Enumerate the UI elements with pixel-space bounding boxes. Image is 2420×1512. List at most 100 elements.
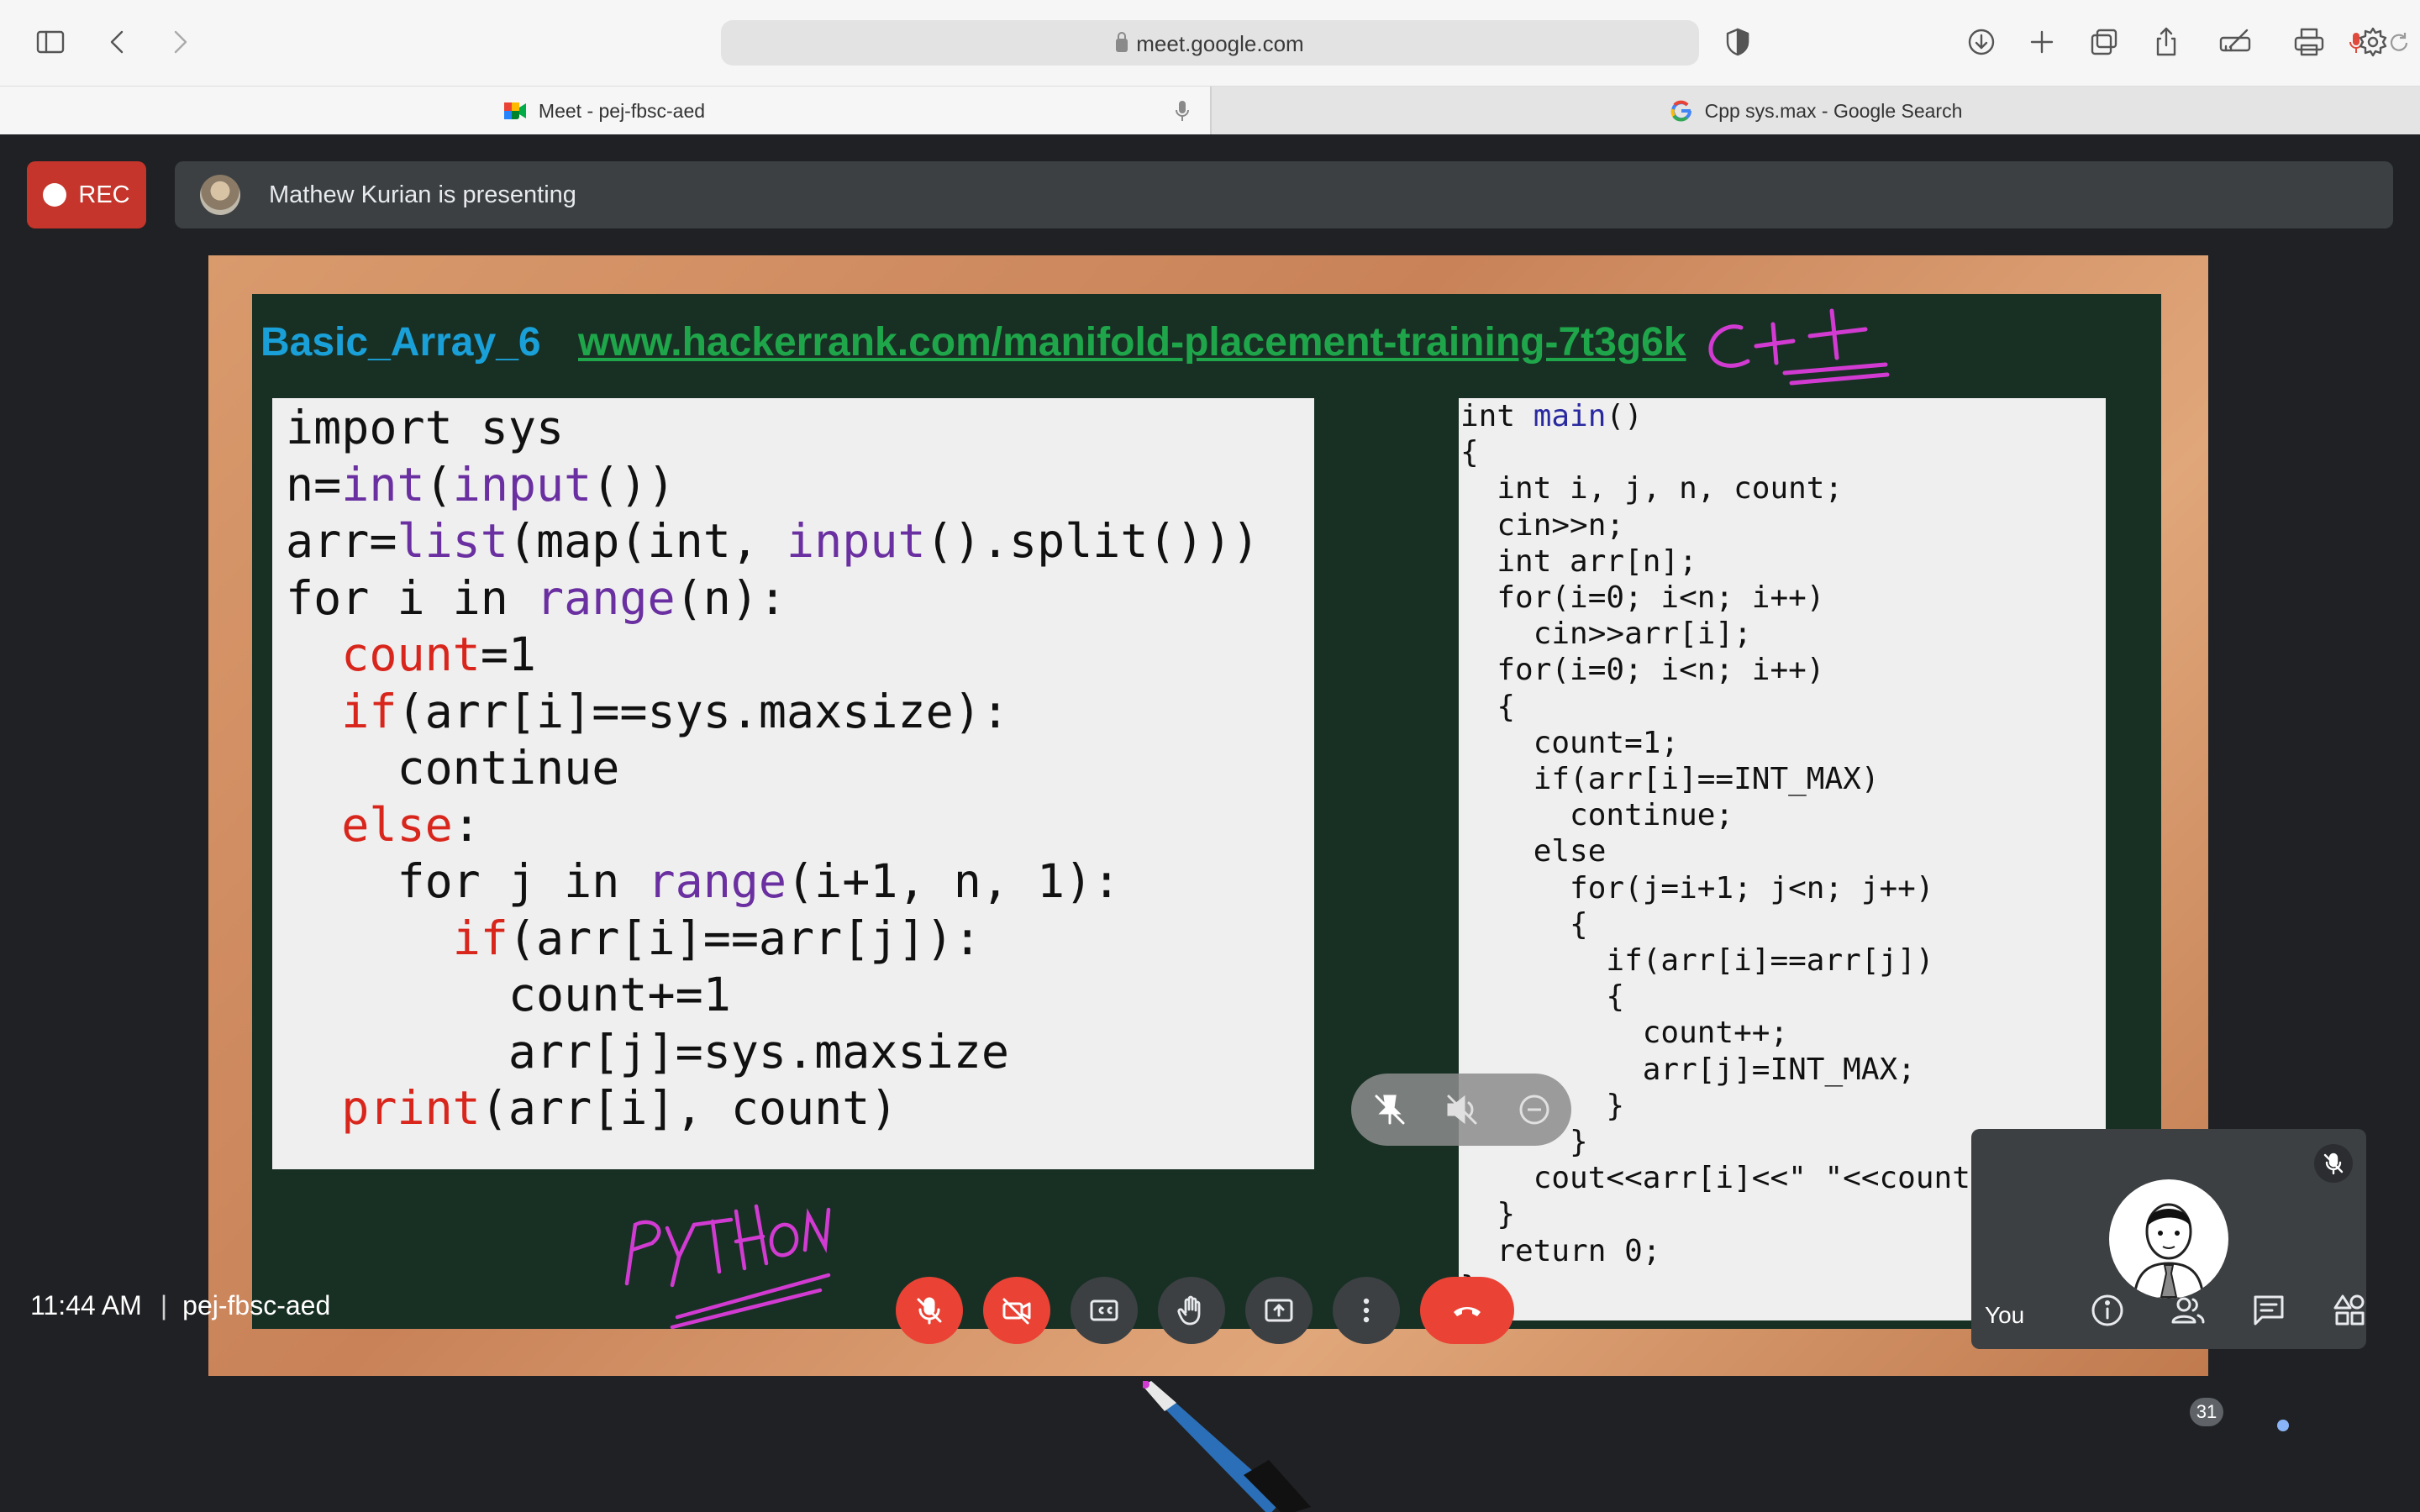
python-code-line: else: bbox=[341, 797, 481, 852]
participant-count-badge: 31 bbox=[2190, 1398, 2223, 1426]
clock-time: 11:44 AM bbox=[30, 1290, 142, 1320]
cpp-code-line: } bbox=[1460, 1269, 1970, 1305]
cpp-code-line: for(i=0; i<n; i++) bbox=[1460, 580, 1825, 616]
captions-icon bbox=[1090, 1299, 1118, 1321]
python-code-line: print(arr[i], count) bbox=[341, 1081, 898, 1135]
unpin-icon[interactable] bbox=[1371, 1091, 1408, 1128]
people-icon bbox=[2171, 1297, 2205, 1324]
info-icon bbox=[2091, 1294, 2123, 1326]
record-dot-icon bbox=[43, 183, 67, 207]
raise-hand-icon bbox=[1177, 1295, 1201, 1326]
python-code-line: if(arr[i]==arr[j]): bbox=[452, 911, 981, 965]
python-code-line: count+=1 bbox=[286, 968, 731, 1021]
python-handwriting-icon bbox=[624, 1204, 831, 1330]
tab-google-search[interactable]: Cpp sys.max - Google Search bbox=[1210, 87, 2420, 135]
camera-off-icon bbox=[1002, 1298, 1031, 1325]
tab-meet-label: Meet - pej-fbsc-aed bbox=[538, 99, 706, 122]
presenting-banner: Mathew Kurian is presenting bbox=[175, 161, 2393, 228]
python-code-line: for j in range(i+1, n, 1): bbox=[286, 854, 1121, 908]
self-mic-off-icon bbox=[2314, 1144, 2353, 1183]
cpp-code-line: count++; bbox=[1460, 1016, 1789, 1051]
settings-icon[interactable] bbox=[2349, 18, 2396, 66]
pen-cursor-icon bbox=[1143, 1381, 1311, 1512]
python-code-line: if(arr[i]==sys.maxsize): bbox=[341, 684, 1009, 738]
address-text: meet.google.com bbox=[1136, 31, 1304, 56]
python-code-line: continue bbox=[286, 741, 620, 795]
shield-icon[interactable] bbox=[1714, 18, 1761, 66]
shared-screen: Basic_Array_6 www.hackerrank.com/manifol… bbox=[208, 255, 2208, 1376]
cpp-code-line: { bbox=[1460, 435, 1479, 470]
google-favicon-icon bbox=[1670, 100, 1691, 122]
self-name: You bbox=[1985, 1302, 2025, 1328]
chat-icon bbox=[2254, 1295, 2284, 1326]
people-button[interactable] bbox=[2163, 1285, 2213, 1336]
leave-call-icon bbox=[1454, 1307, 1481, 1316]
presenter-avatar bbox=[200, 175, 240, 215]
cpp-code-line: if(arr[i]==INT_MAX) bbox=[1460, 762, 1880, 797]
cpp-code-line: if(arr[i]==arr[j]) bbox=[1460, 943, 1934, 979]
browser-toolbar: meet.google.com bbox=[0, 0, 2420, 86]
download-icon[interactable] bbox=[1958, 18, 2005, 66]
lock-icon bbox=[1116, 32, 1128, 52]
cpp-code-line: for(j=i+1; j<n; j++) bbox=[1460, 870, 1934, 906]
mic-off-icon bbox=[917, 1297, 942, 1325]
address-bar[interactable]: meet.google.com bbox=[721, 20, 2408, 66]
print-icon[interactable] bbox=[2286, 18, 2333, 66]
cpp-code-line: return 0; bbox=[1460, 1233, 1661, 1268]
cpp-code-line: count=1; bbox=[1460, 725, 1680, 760]
python-code-line: arr=list(map(int, input().split())) bbox=[286, 514, 1260, 568]
chat-button[interactable] bbox=[2244, 1285, 2294, 1336]
more-options-icon bbox=[1363, 1298, 1370, 1323]
cpp-handwriting-icon bbox=[1708, 308, 1890, 386]
cpp-code-line: cout<<arr[i]<<" "<<count bbox=[1460, 1161, 1970, 1196]
present-now-button[interactable] bbox=[1245, 1277, 1313, 1344]
sidebar-icon[interactable] bbox=[27, 18, 74, 66]
python-code-line: n=int(input()) bbox=[286, 457, 676, 512]
cpp-code-line: else bbox=[1460, 834, 1607, 869]
new-tab-icon[interactable] bbox=[2018, 18, 2065, 66]
more-options-button[interactable] bbox=[1333, 1277, 1400, 1344]
tab-microphone-icon[interactable] bbox=[1175, 100, 1190, 122]
presentation-float-controls bbox=[1351, 1074, 1571, 1146]
leave-call-button[interactable] bbox=[1420, 1277, 1514, 1344]
cpp-code-line: int arr[n]; bbox=[1460, 543, 1697, 579]
mute-speaker-icon[interactable] bbox=[1444, 1091, 1481, 1128]
draw-icon[interactable] bbox=[2212, 18, 2259, 66]
separator: | bbox=[160, 1290, 168, 1320]
python-code-line: count=1 bbox=[341, 627, 537, 681]
back-icon[interactable] bbox=[94, 18, 141, 66]
cpp-code-line: { bbox=[1460, 689, 1516, 724]
raise-hand-button[interactable] bbox=[1158, 1277, 1225, 1344]
slide-board: Basic_Array_6 www.hackerrank.com/manifol… bbox=[252, 294, 2161, 1330]
cpp-code-line: int i, j, n, count; bbox=[1460, 471, 1844, 507]
slide-title: Basic_Array_6 bbox=[260, 320, 541, 365]
minimize-icon[interactable] bbox=[1516, 1091, 1553, 1128]
tab-meet[interactable]: Meet - pej-fbsc-aed bbox=[0, 87, 1208, 135]
forward-icon[interactable] bbox=[156, 18, 203, 66]
share-icon[interactable] bbox=[2143, 18, 2190, 66]
cpp-code-line: int main() bbox=[1460, 399, 1643, 433]
chat-unread-dot bbox=[2277, 1420, 2289, 1431]
cpp-code-line: } bbox=[1460, 1197, 1516, 1232]
meeting-info: 11:44 AM | pej-fbsc-aed bbox=[30, 1290, 330, 1321]
self-avatar bbox=[2109, 1179, 2228, 1299]
meeting-code: pej-fbsc-aed bbox=[182, 1290, 331, 1320]
recording-badge: REC bbox=[27, 161, 146, 228]
captions-button[interactable] bbox=[1071, 1277, 1138, 1344]
tab-search-label: Cpp sys.max - Google Search bbox=[1704, 99, 1963, 122]
presenting-text: Mathew Kurian is presenting bbox=[269, 181, 576, 208]
tab-bar: Meet - pej-fbsc-aed Cpp sys.max - Google… bbox=[0, 86, 2420, 135]
python-code-line: import sys bbox=[286, 401, 565, 454]
python-code-line: arr[j]=sys.maxsize bbox=[286, 1024, 1009, 1079]
meet-favicon-icon bbox=[503, 102, 526, 119]
tabs-overview-icon[interactable] bbox=[2081, 18, 2128, 66]
cpp-code-line: cin>>arr[i]; bbox=[1460, 617, 1752, 652]
camera-toggle-button[interactable] bbox=[983, 1277, 1050, 1344]
python-code-line: for i in range(n): bbox=[286, 570, 787, 625]
python-code-panel: import sys n=int(input()) arr=list(map(int… bbox=[272, 398, 1314, 1169]
recording-label: REC bbox=[78, 181, 130, 208]
meeting-details-button[interactable] bbox=[2082, 1285, 2133, 1336]
activities-button[interactable] bbox=[2324, 1285, 2375, 1336]
cpp-code-line: continue; bbox=[1460, 798, 1734, 833]
mic-toggle-button[interactable] bbox=[896, 1277, 963, 1344]
